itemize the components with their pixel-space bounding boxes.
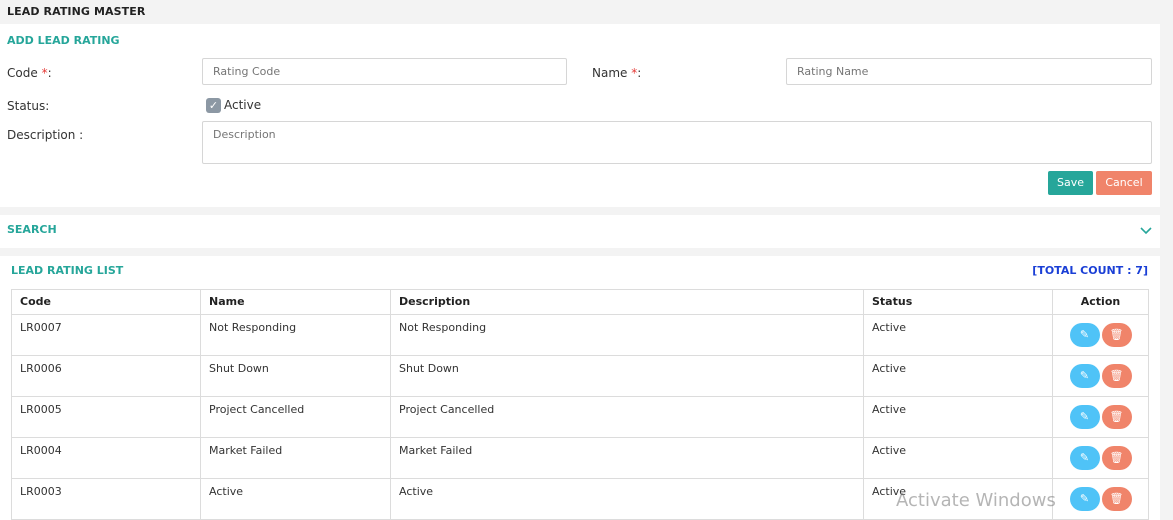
edit-button[interactable]: ✎ — [1069, 405, 1100, 429]
edit-button[interactable]: ✎ — [1069, 487, 1100, 511]
cell-status: Active — [863, 396, 1053, 438]
description-label: Description : — [7, 128, 84, 142]
add-section-heading: ADD LEAD RATING — [7, 34, 120, 47]
table-row: LR0007 Not Responding Not Responding Act… — [11, 314, 1149, 356]
trash-icon: 🗑 — [1109, 410, 1124, 423]
cell-description: Project Cancelled — [390, 396, 864, 438]
trash-icon: 🗑 — [1109, 492, 1124, 505]
cell-status: Active — [863, 355, 1053, 397]
cancel-button[interactable]: Cancel — [1096, 171, 1152, 195]
cell-description: Shut Down — [390, 355, 864, 397]
delete-button[interactable]: 🗑 — [1101, 446, 1132, 470]
code-label-text: Code — [7, 66, 38, 80]
column-header-name[interactable]: Name — [200, 289, 391, 315]
search-heading[interactable]: SEARCH — [7, 223, 57, 236]
trash-icon: 🗑 — [1109, 369, 1124, 382]
pencil-icon: ✎ — [1079, 328, 1090, 341]
cell-status: Active — [863, 437, 1053, 479]
cell-code: LR0006 — [11, 355, 201, 397]
check-icon: ✓ — [208, 99, 219, 112]
column-header-action: Action — [1052, 289, 1149, 315]
save-button[interactable]: Save — [1048, 171, 1093, 195]
cell-description: Active — [390, 478, 864, 520]
pencil-icon: ✎ — [1079, 369, 1090, 382]
table-row: LR0005 Project Cancelled Project Cancell… — [11, 396, 1149, 438]
list-heading: LEAD RATING LIST — [11, 264, 124, 277]
cell-name: Shut Down — [200, 355, 391, 397]
cell-action: ✎ 🗑 — [1052, 314, 1149, 356]
cell-action: ✎ 🗑 — [1052, 437, 1149, 479]
cell-code: LR0007 — [11, 314, 201, 356]
delete-button[interactable]: 🗑 — [1101, 364, 1132, 388]
total-count: [TOTAL COUNT : 7] — [1032, 264, 1148, 277]
name-label-suffix: : — [637, 66, 642, 80]
name-label-text: Name — [592, 66, 628, 80]
lead-rating-table: Code Name Description Status Action LR00… — [11, 289, 1149, 520]
description-textarea[interactable] — [202, 121, 1152, 164]
delete-button[interactable]: 🗑 — [1101, 405, 1132, 429]
search-panel[interactable]: SEARCH — [0, 215, 1160, 248]
column-header-description[interactable]: Description — [390, 289, 864, 315]
cell-name: Market Failed — [200, 437, 391, 479]
cell-name: Not Responding — [200, 314, 391, 356]
activate-windows-watermark: Activate Windows — [896, 490, 1056, 511]
code-label: Code *: — [7, 66, 52, 80]
delete-button[interactable]: 🗑 — [1101, 323, 1132, 347]
rating-code-input[interactable] — [202, 58, 567, 85]
active-checkbox[interactable]: ✓ — [206, 98, 221, 113]
lead-rating-list-panel: LEAD RATING LIST [TOTAL COUNT : 7] Code … — [0, 256, 1160, 520]
cell-name: Active — [200, 478, 391, 520]
cell-name: Project Cancelled — [200, 396, 391, 438]
trash-icon: 🗑 — [1109, 328, 1124, 341]
cell-code: LR0003 — [11, 478, 201, 520]
chevron-down-icon[interactable] — [1140, 223, 1152, 239]
edit-button[interactable]: ✎ — [1069, 323, 1100, 347]
edit-button[interactable]: ✎ — [1069, 364, 1100, 388]
edit-button[interactable]: ✎ — [1069, 446, 1100, 470]
cell-code: LR0004 — [11, 437, 201, 479]
name-label: Name *: — [592, 66, 641, 80]
pencil-icon: ✎ — [1079, 451, 1090, 464]
status-label: Status: — [7, 99, 50, 113]
active-checkbox-label[interactable]: Active — [224, 98, 261, 112]
cell-action: ✎ 🗑 — [1052, 478, 1149, 520]
cell-description: Market Failed — [390, 437, 864, 479]
cell-action: ✎ 🗑 — [1052, 355, 1149, 397]
rating-name-input[interactable] — [786, 58, 1152, 85]
delete-button[interactable]: 🗑 — [1101, 487, 1132, 511]
page-title: LEAD RATING MASTER — [0, 0, 1173, 23]
cell-action: ✎ 🗑 — [1052, 396, 1149, 438]
table-row: LR0006 Shut Down Shut Down Active ✎ 🗑 — [11, 355, 1149, 397]
add-lead-rating-panel: ADD LEAD RATING Code *: Name *: Status: … — [0, 24, 1160, 207]
cell-status: Active — [863, 314, 1053, 356]
column-header-code[interactable]: Code — [11, 289, 201, 315]
trash-icon: 🗑 — [1109, 451, 1124, 464]
pencil-icon: ✎ — [1079, 492, 1090, 505]
table-header-row: Code Name Description Status Action — [11, 289, 1149, 315]
table-row: LR0004 Market Failed Market Failed Activ… — [11, 437, 1149, 479]
column-header-status[interactable]: Status — [863, 289, 1053, 315]
cell-code: LR0005 — [11, 396, 201, 438]
code-label-suffix: : — [47, 66, 52, 80]
pencil-icon: ✎ — [1079, 410, 1090, 423]
cell-description: Not Responding — [390, 314, 864, 356]
